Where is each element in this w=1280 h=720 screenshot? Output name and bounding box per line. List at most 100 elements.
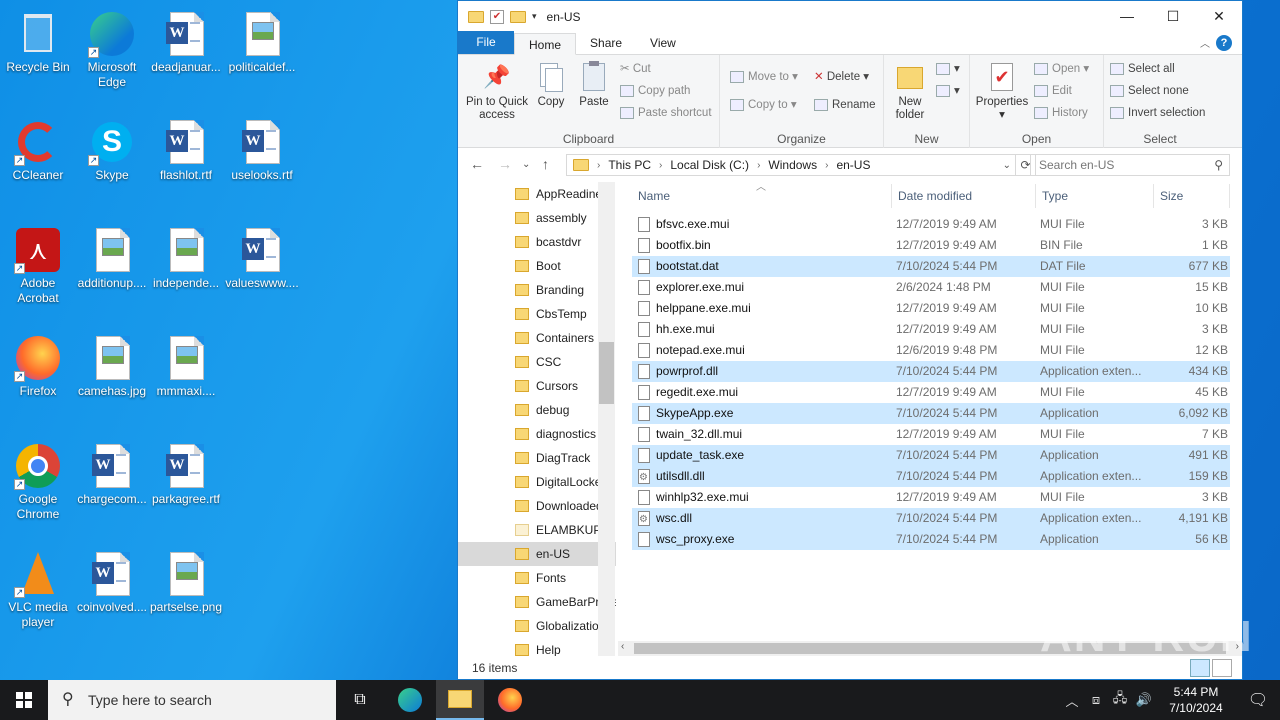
file-row[interactable]: wsc_proxy.exe 7/10/2024 5:44 PM Applicatio… — [632, 529, 1230, 550]
collapse-ribbon-icon[interactable]: ︿ — [1200, 35, 1210, 50]
desktop-icon[interactable]: independe... — [148, 226, 224, 291]
address-dropdown-icon[interactable]: ⌄ — [1003, 160, 1011, 171]
recent-locations-icon[interactable]: ⌄ — [522, 159, 530, 170]
file-row[interactable]: utilsdll.dll 7/10/2024 5:44 PM Application… — [632, 466, 1230, 488]
desktop-icon[interactable]: Wchargecom... — [74, 442, 150, 507]
new-folder-qa-icon[interactable] — [510, 10, 526, 23]
new-item-button[interactable]: ▾ — [936, 59, 960, 79]
desktop-icon[interactable]: Wcoinvolved.... — [74, 550, 150, 615]
file-row[interactable]: winhlp32.exe.mui 12/7/2019 9:49 AM MUI Fil… — [632, 487, 1230, 508]
column-header-date[interactable]: Date modified — [892, 184, 1036, 208]
move-to-button[interactable]: Move to ▾ — [730, 67, 798, 87]
start-button[interactable] — [0, 680, 48, 720]
forward-arrow-icon[interactable]: → — [498, 156, 512, 172]
tab-home[interactable]: Home — [514, 33, 577, 55]
desktop-icon[interactable]: ↗ Microsoft Edge — [74, 10, 150, 90]
breadcrumb-en-us[interactable]: en-US — [836, 158, 870, 172]
properties-qa-icon[interactable]: ✔ — [490, 9, 504, 24]
nav-item[interactable]: CSC — [458, 350, 616, 374]
volume-icon[interactable]: 🔊 — [1132, 692, 1156, 708]
nav-item[interactable]: assembly — [458, 206, 616, 230]
nav-item[interactable]: Branding — [458, 278, 616, 302]
file-row[interactable]: notepad.exe.mui 12/6/2019 9:48 PM MUI File… — [632, 340, 1230, 361]
desktop-icon[interactable]: Wuselooks.rtf — [224, 118, 300, 183]
invert-selection-button[interactable]: Invert selection — [1110, 103, 1205, 123]
network-icon[interactable]: 🖧 — [1108, 689, 1132, 711]
copy-path-button[interactable]: Copy path — [620, 81, 690, 101]
desktop-icon[interactable]: ⋏ ↗ Adobe Acrobat — [0, 226, 76, 306]
select-none-button[interactable]: Select none — [1110, 81, 1189, 101]
nav-item[interactable]: Containers — [458, 326, 616, 350]
desktop-icon[interactable]: ↗ Firefox — [0, 334, 76, 399]
search-input[interactable]: Search en-US ⚲ — [1030, 154, 1230, 176]
nav-item[interactable]: Boot — [458, 254, 616, 278]
easy-access-button[interactable]: ▾ — [936, 81, 960, 101]
file-row[interactable]: bootfix.bin 12/7/2019 9:49 AM BIN File 1 KB — [632, 235, 1230, 256]
back-arrow-icon[interactable]: ← — [470, 156, 484, 172]
paste-button[interactable]: Paste — [576, 61, 612, 109]
desktop-icon[interactable]: ↗ Google Chrome — [0, 442, 76, 522]
desktop-icon[interactable]: Recycle Bin — [0, 10, 76, 75]
nav-item[interactable]: Globalization — [458, 614, 616, 638]
nav-item[interactable]: DigitalLocker — [458, 470, 616, 494]
taskbar-firefox[interactable] — [486, 680, 534, 720]
nav-item[interactable]: Cursors — [458, 374, 616, 398]
taskbar-search-box[interactable]: ⚲ Type here to search — [48, 680, 336, 720]
up-arrow-icon[interactable]: ↑ — [542, 156, 549, 172]
maximize-button[interactable]: ☐ — [1150, 1, 1196, 32]
desktop-icon[interactable]: additionup.... — [74, 226, 150, 291]
desktop-icon[interactable]: Wdeadjanuar... — [148, 10, 224, 75]
breadcrumb-local-disk[interactable]: Local Disk (C:) — [670, 158, 749, 172]
desktop-icon[interactable]: Wvalueswww.... — [224, 226, 300, 291]
nav-item[interactable]: ELAMBKUP — [458, 518, 616, 542]
nav-item[interactable]: debug — [458, 398, 616, 422]
nav-item[interactable]: DiagTrack — [458, 446, 616, 470]
nav-item[interactable]: Help — [458, 638, 616, 656]
minimize-button[interactable]: — — [1104, 1, 1150, 32]
copy-button[interactable]: Copy — [534, 61, 568, 109]
delete-button[interactable]: ✕ Delete ▾ — [814, 67, 869, 87]
desktop-icon[interactable]: mmmaxi.... — [148, 334, 224, 399]
cut-button[interactable]: ✂ Cut — [620, 59, 651, 79]
new-folder-button[interactable]: New folder — [890, 61, 930, 122]
address-box[interactable]: › This PC › Local Disk (C:) › Windows › … — [566, 154, 1016, 176]
task-view-button[interactable]: ⧉ — [336, 680, 384, 720]
nav-item[interactable]: AppReadiness — [458, 182, 616, 206]
show-hidden-icons-icon[interactable]: ︿ — [1060, 691, 1084, 710]
file-row[interactable]: helppane.exe.mui 12/7/2019 9:49 AM MUI Fil… — [632, 298, 1230, 319]
file-row[interactable]: bfsvc.exe.mui 12/7/2019 9:49 AM MUI File 3 … — [632, 214, 1230, 235]
nav-scrollbar-thumb[interactable] — [599, 342, 614, 404]
column-header-size[interactable]: Size — [1154, 184, 1230, 208]
pin-quick-access-button[interactable]: 📌 Pin to Quick access — [462, 61, 532, 122]
history-button[interactable]: History — [1034, 103, 1088, 123]
nav-item[interactable]: Fonts — [458, 566, 616, 590]
nav-item[interactable]: GameBarPresence — [458, 590, 616, 614]
rename-button[interactable]: Rename — [814, 95, 875, 115]
paste-shortcut-button[interactable]: Paste shortcut — [620, 103, 712, 123]
notification-center-icon[interactable]: 🗨 — [1236, 690, 1280, 710]
file-row[interactable]: wsc.dll 7/10/2024 5:44 PM Application exte… — [632, 508, 1230, 530]
file-row[interactable]: explorer.exe.mui 2/6/2024 1:48 PM MUI File… — [632, 277, 1230, 298]
tab-share[interactable]: Share — [576, 32, 636, 54]
taskbar-edge[interactable] — [386, 680, 434, 720]
nav-item[interactable]: diagnostics — [458, 422, 616, 446]
desktop-icon[interactable]: partselse.png — [148, 550, 224, 615]
clock[interactable]: 5:44 PM 7/10/2024 — [1156, 684, 1236, 716]
copy-to-button[interactable]: Copy to ▾ — [730, 95, 797, 115]
edit-button[interactable]: Edit — [1034, 81, 1072, 101]
nav-item[interactable]: CbsTemp — [458, 302, 616, 326]
column-header-type[interactable]: Type — [1036, 184, 1154, 208]
customize-qa-dropdown-icon[interactable]: ▾ — [532, 11, 537, 22]
file-row[interactable]: regedit.exe.mui 12/7/2019 9:49 AM MUI File… — [632, 382, 1230, 403]
desktop-icon[interactable]: camehas.jpg — [74, 334, 150, 399]
file-row[interactable]: update_task.exe 7/10/2024 5:44 PM Applicat… — [632, 445, 1230, 466]
nav-item[interactable]: bcastdvr — [458, 230, 616, 254]
select-all-button[interactable]: Select all — [1110, 59, 1175, 79]
breadcrumb-this-pc[interactable]: This PC — [608, 158, 651, 172]
nav-item[interactable]: en-US — [458, 542, 616, 566]
desktop-icon[interactable]: ↗ CCleaner — [0, 118, 76, 183]
desktop-icon[interactable]: politicaldef... — [224, 10, 300, 75]
file-row[interactable]: bootstat.dat 7/10/2024 5:44 PM DAT File 677… — [632, 256, 1230, 277]
close-button[interactable]: ✕ — [1196, 1, 1242, 32]
desktop-icon[interactable]: Wflashlot.rtf — [148, 118, 224, 183]
